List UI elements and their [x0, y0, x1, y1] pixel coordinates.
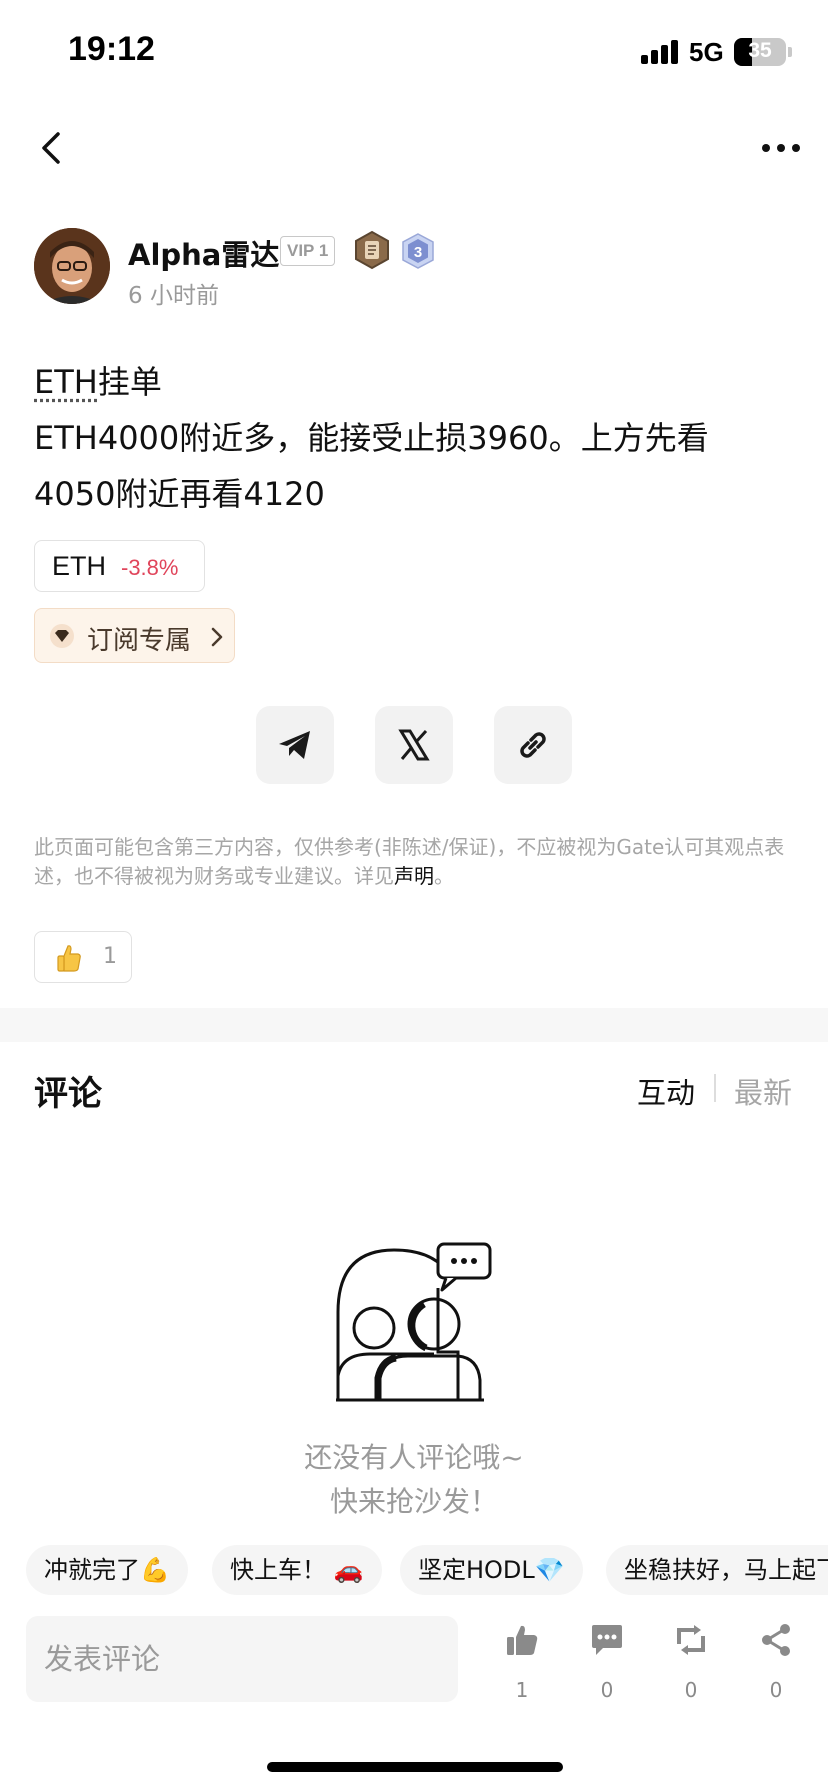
level-badge: 3: [400, 232, 436, 270]
subscribe-button[interactable]: 订阅专属: [34, 608, 235, 663]
post-title-rest: 挂单: [97, 363, 162, 401]
coin-tag[interactable]: ETH -3.8%: [34, 540, 205, 592]
comment-bubble-icon: [592, 1625, 622, 1655]
home-indicator: [267, 1762, 563, 1772]
link-icon: [520, 732, 546, 758]
quick-reply-chip[interactable]: 快上车！ 🚗: [212, 1545, 382, 1595]
bottom-action-bar: 1 0 0 0: [0, 1612, 828, 1722]
repost-button[interactable]: 0: [661, 1622, 721, 1712]
comment-input[interactable]: [26, 1616, 458, 1702]
diamond-icon: [50, 624, 74, 648]
level-number: 3: [414, 244, 422, 261]
x-icon: [398, 729, 430, 761]
post-line: ETH4000附近多，能接受止损3960。上方先看: [34, 419, 709, 457]
share-x-button[interactable]: [375, 706, 453, 784]
share-nodes-icon: [762, 1624, 790, 1656]
telegram-icon: [279, 731, 310, 759]
like-count: 1: [515, 1678, 529, 1702]
empty-comments-illustration: [336, 1242, 492, 1402]
level-hexagon-icon: 3: [402, 233, 434, 269]
avatar[interactable]: [34, 228, 110, 304]
comments-title: 评论: [34, 1074, 102, 1114]
nav-bar: [0, 110, 828, 190]
battery-level: 35: [748, 39, 772, 62]
copy-link-button[interactable]: [494, 706, 572, 784]
sort-tab-latest[interactable]: 最新: [734, 1070, 792, 1112]
quick-reply-chip[interactable]: 冲就完了💪: [26, 1545, 188, 1595]
medal-badge-icon: [352, 230, 392, 270]
empty-state-line: 快来抢沙发！: [329, 1485, 498, 1518]
sort-tab-interaction[interactable]: 互动: [637, 1070, 695, 1112]
thumbs-up-emoji-icon: [57, 945, 81, 972]
subscribe-label: 订阅专属: [87, 626, 192, 656]
coin-symbol: ETH: [52, 551, 106, 581]
share-telegram-button[interactable]: [256, 706, 334, 784]
more-button[interactable]: [756, 130, 806, 166]
empty-state-line: 还没有人评论哦~: [304, 1441, 524, 1474]
post-title-line: ETH挂单: [34, 354, 794, 410]
share-button[interactable]: 0: [746, 1622, 806, 1712]
like-button[interactable]: 1: [492, 1622, 552, 1712]
battery-icon: 35: [734, 38, 786, 66]
signal-icon: [641, 38, 681, 64]
repost-count: 0: [684, 1678, 698, 1702]
avatar-image: [34, 228, 110, 304]
chevron-right-icon: [211, 627, 223, 647]
section-divider: [0, 1008, 828, 1042]
repost-icon: [677, 1625, 705, 1655]
reaction-count: 1: [103, 944, 117, 969]
author-name[interactable]: Alpha雷达: [128, 232, 279, 274]
disclaimer: 此页面可能包含第三方内容，仅供参考(非陈述/保证)，不应被视为Gate认可其观点…: [34, 833, 796, 891]
post-time: 6 小时前: [128, 283, 219, 309]
network-type: 5G: [689, 37, 724, 67]
sort-divider: [714, 1074, 716, 1102]
disclaimer-end: 。: [434, 864, 454, 888]
thumbs-up-icon: [507, 1625, 538, 1655]
vip-badge: VIP 1: [280, 236, 336, 266]
quick-reply-chip[interactable]: 坐稳扶好，马上起飞: [606, 1545, 828, 1595]
status-time: 19:12: [68, 30, 155, 68]
back-button[interactable]: [30, 126, 74, 170]
post-content: ETH挂单 ETH4000附近多，能接受止损3960。上方先看 4050附近再看…: [34, 354, 794, 522]
comment-button[interactable]: 0: [577, 1622, 637, 1712]
post-line: 4050附近再看4120: [34, 475, 325, 513]
coin-change: -3.8%: [121, 555, 179, 580]
status-bar: 19:12 5G 35: [0, 0, 828, 100]
share-count: 0: [769, 1678, 783, 1702]
reaction-chip[interactable]: 1: [34, 931, 132, 983]
battery-cap: [788, 47, 792, 57]
quick-reply-chip[interactable]: 坚定HODL💎: [400, 1545, 583, 1595]
comment-count: 0: [600, 1678, 614, 1702]
more-dots-icon: [762, 144, 800, 152]
disclaimer-link[interactable]: 声明: [394, 864, 434, 888]
ticker-link[interactable]: ETH: [34, 363, 98, 401]
chevron-left-icon: [42, 132, 60, 164]
author-header: Alpha雷达 VIP 1 3 6 小时前: [34, 228, 794, 309]
